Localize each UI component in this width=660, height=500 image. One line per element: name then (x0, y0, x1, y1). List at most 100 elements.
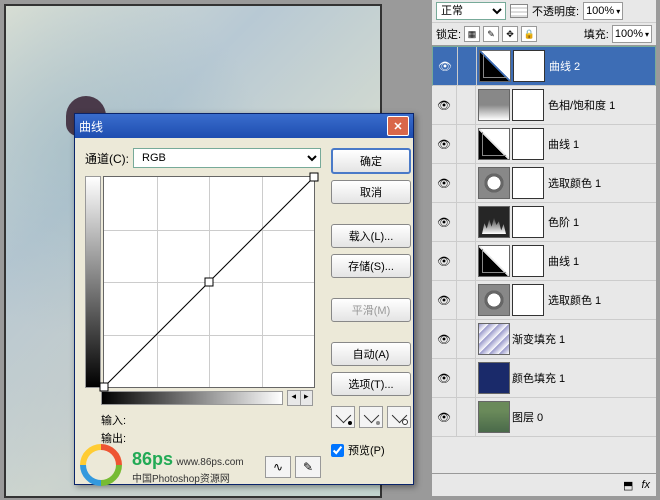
gray-point-eyedropper-icon[interactable] (359, 406, 383, 428)
layer-row[interactable]: 选取颜色 1 (432, 164, 656, 203)
visibility-eye-icon[interactable] (433, 47, 458, 85)
layer-thumbnail[interactable] (478, 245, 510, 277)
close-button[interactable]: ✕ (387, 116, 409, 136)
layer-thumbnail[interactable] (478, 89, 510, 121)
ok-button[interactable]: 确定 (331, 148, 411, 174)
opacity-value[interactable]: 100%▾ (583, 2, 623, 20)
layer-row[interactable]: 色相/饱和度 1 (432, 86, 656, 125)
link-cell[interactable] (457, 164, 476, 202)
layer-thumbnail[interactable] (478, 362, 510, 394)
cancel-button[interactable]: 取消 (331, 180, 411, 204)
layer-thumbnail[interactable] (478, 284, 510, 316)
layer-mask-thumbnail[interactable] (512, 245, 544, 277)
layer-name: 曲线 1 (548, 136, 579, 152)
visibility-eye-icon[interactable] (432, 398, 457, 436)
lock-label: 锁定: (436, 26, 461, 42)
link-cell[interactable] (457, 86, 476, 124)
auto-button[interactable]: 自动(A) (331, 342, 411, 366)
panel-footer: ⬒ fx (432, 473, 656, 496)
layer-mask-thumbnail[interactable] (512, 284, 544, 316)
visibility-eye-icon[interactable] (432, 203, 457, 241)
layer-name: 色阶 1 (548, 214, 579, 230)
link-layers-icon[interactable]: ⬒ (623, 479, 633, 492)
channel-select[interactable]: RGB (133, 148, 321, 168)
layer-name: 渐变填充 1 (512, 331, 565, 347)
curve-tool-icon[interactable]: ∿ (265, 456, 291, 478)
watermark-brand: 86ps (132, 449, 173, 469)
link-cell[interactable] (457, 125, 476, 163)
link-cell[interactable] (457, 203, 476, 241)
layer-thumbnail[interactable] (478, 167, 510, 199)
fill-label: 填充: (584, 26, 609, 42)
watermark: 86ps www.86ps.com 中国Photoshop资源网 (80, 444, 244, 490)
layer-name: 曲线 1 (548, 253, 579, 269)
layer-row[interactable]: 曲线 2 (432, 46, 656, 86)
curve-point-shadow[interactable] (100, 383, 109, 392)
preview-checkbox[interactable]: 预览(P) (331, 442, 411, 458)
panel-header-lock: 锁定: ▦ ✎ ✥ 🔒 填充: 100%▾ (432, 23, 656, 46)
layers-list: 曲线 2 色相/饱和度 1 曲线 1 选取颜色 1 色阶 1 曲线 1 选取颜色 1 渐变填充… (432, 46, 656, 472)
layer-mask-thumbnail[interactable] (513, 50, 545, 82)
layer-name: 曲线 2 (549, 58, 580, 74)
chevron-down-icon: ▾ (616, 7, 620, 16)
curves-dialog: 曲线 ✕ 通道(C): RGB (74, 113, 414, 485)
opacity-label: 不透明度: (532, 3, 579, 19)
layer-thumbnail[interactable] (478, 206, 510, 238)
gradient-toggle[interactable]: ◂▸ (287, 390, 313, 406)
blend-mode-select[interactable]: 正常 (436, 2, 506, 20)
save-button[interactable]: 存储(S)... (331, 254, 411, 278)
curve-point-highlight[interactable] (310, 173, 319, 182)
lock-all-icon[interactable]: 🔒 (521, 26, 537, 42)
layer-row[interactable]: 渐变填充 1 (432, 320, 656, 359)
layer-row[interactable]: 选取颜色 1 (432, 281, 656, 320)
visibility-eye-icon[interactable] (432, 86, 457, 124)
input-gradient (101, 391, 283, 405)
watermark-tagline: 中国Photoshop资源网 (132, 470, 244, 485)
black-point-eyedropper-icon[interactable] (331, 406, 355, 428)
curves-grid[interactable] (103, 176, 315, 388)
link-cell[interactable] (457, 398, 476, 436)
pencil-tool-icon[interactable]: ✎ (295, 456, 321, 478)
layer-mask-thumbnail[interactable] (512, 167, 544, 199)
layer-thumbnail[interactable] (478, 401, 510, 433)
options-button[interactable]: 选项(T)... (331, 372, 411, 396)
layer-thumbnail[interactable] (478, 128, 510, 160)
layer-mask-thumbnail[interactable] (512, 128, 544, 160)
layer-row[interactable]: 图层 0 (432, 398, 656, 437)
channel-label: 通道(C): (85, 150, 129, 167)
layer-row[interactable]: 曲线 1 (432, 242, 656, 281)
layer-name: 选取颜色 1 (548, 292, 601, 308)
dialog-title: 曲线 (79, 118, 103, 135)
layer-mask-thumbnail[interactable] (512, 206, 544, 238)
visibility-eye-icon[interactable] (432, 164, 457, 202)
load-button[interactable]: 载入(L)... (331, 224, 411, 248)
fill-value[interactable]: 100%▾ (612, 25, 652, 43)
layer-effects-icon[interactable]: fx (641, 479, 650, 491)
visibility-eye-icon[interactable] (432, 125, 457, 163)
link-cell[interactable] (457, 359, 476, 397)
layer-row[interactable]: 色阶 1 (432, 203, 656, 242)
lock-transparency-icon[interactable]: ▦ (464, 26, 480, 42)
visibility-eye-icon[interactable] (432, 320, 457, 358)
visibility-eye-icon[interactable] (432, 359, 457, 397)
layer-thumbnail[interactable] (479, 50, 511, 82)
link-cell[interactable] (457, 242, 476, 280)
dialog-titlebar[interactable]: 曲线 ✕ (75, 114, 413, 138)
lock-position-icon[interactable]: ✥ (502, 26, 518, 42)
white-point-eyedropper-icon[interactable] (387, 406, 411, 428)
layer-thumbnail[interactable] (478, 323, 510, 355)
visibility-eye-icon[interactable] (432, 242, 457, 280)
lock-pixels-icon[interactable]: ✎ (483, 26, 499, 42)
layer-name: 图层 0 (512, 409, 543, 425)
layer-row[interactable]: 颜色填充 1 (432, 359, 656, 398)
preview-checkbox-input[interactable] (331, 444, 344, 457)
link-cell[interactable] (457, 281, 476, 319)
curve-point-mid[interactable] (205, 278, 214, 287)
link-cell[interactable] (458, 47, 477, 85)
link-cell[interactable] (457, 320, 476, 358)
panel-menu-icon[interactable] (510, 4, 528, 18)
layer-row[interactable]: 曲线 1 (432, 125, 656, 164)
layer-mask-thumbnail[interactable] (512, 89, 544, 121)
visibility-eye-icon[interactable] (432, 281, 457, 319)
layer-name: 色相/饱和度 1 (548, 97, 615, 113)
